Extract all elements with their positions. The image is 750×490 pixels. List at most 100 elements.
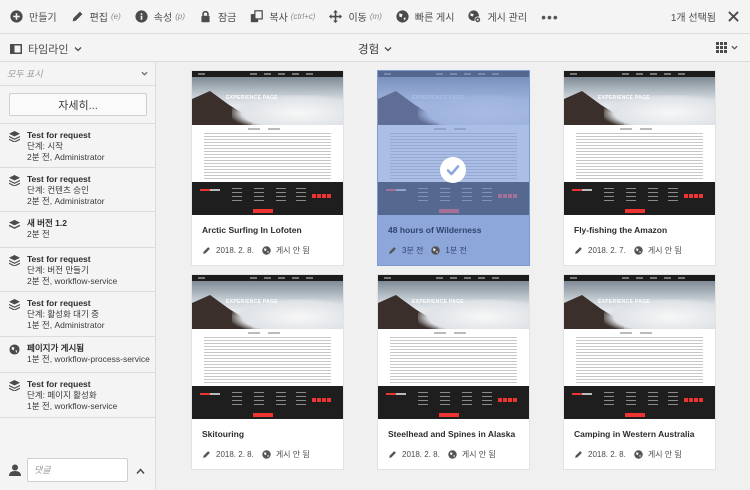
page-card[interactable]: EXPERIENCE PAGE Skitouring 2018. 2. 8. 게시 안… [192, 275, 343, 469]
close-selection-button[interactable] [722, 0, 744, 34]
workflow-icon [9, 380, 20, 391]
card-modified: 2018. 2. 8. [402, 450, 440, 459]
card-title: Skitouring [202, 429, 245, 439]
chevron-up-icon[interactable] [136, 467, 145, 476]
page-card[interactable]: EXPERIENCE PAGE Fly-fishing the Amazon 201… [564, 71, 715, 265]
timeline-entry[interactable]: 새 버전 1.2 2분 전 [0, 211, 156, 247]
card-modified: 2018. 2. 8. [216, 450, 254, 459]
copy-button[interactable]: 복사 (ctrl+c) [243, 0, 322, 34]
card-meta: 2018. 2. 7. 게시 안 됨 [574, 245, 682, 256]
pencil-icon [575, 247, 582, 254]
timeline-entry[interactable]: Test for request 단계: 페이지 활성화 1분 전, workf… [0, 372, 156, 418]
selection-overlay [378, 71, 529, 215]
workflow-icon [9, 255, 20, 266]
card-meta: 2018. 2. 8. 게시 안 됨 [202, 449, 310, 460]
sub-header: 타임라인 경험 [0, 34, 750, 62]
lock-icon [201, 10, 210, 23]
layers-icon [9, 219, 20, 229]
timeline-entry-meta: 1분 전, workflow-service [27, 401, 118, 411]
card-meta: 2018. 2. 8. 게시 안 됨 [574, 449, 682, 460]
view-switcher-button[interactable] [716, 42, 738, 53]
chevron-down-icon [731, 45, 738, 50]
page-card[interactable]: EXPERIENCE PAGE Steelhead and Spines in A… [378, 275, 529, 469]
card-publish-status: 게시 안 됨 [647, 450, 682, 459]
card-title: Fly-fishing the Amazon [574, 225, 668, 235]
page-card[interactable]: EXPERIENCE PAGE Arctic Surfing In Lofoten… [192, 71, 343, 265]
card-title: Arctic Surfing In Lofoten [202, 225, 302, 235]
timeline-entry-meta: 2분 전, Administrator [27, 152, 105, 162]
timeline-entry[interactable]: Test for request 단계: 활성화 대기 중 1분 전, Admi… [0, 291, 156, 336]
manage-publication-label: 게시 관리 [487, 13, 528, 24]
thumbnail-breadcrumb [248, 332, 288, 334]
move-icon [329, 10, 343, 23]
close-icon [727, 11, 739, 22]
lock-button[interactable]: 잠금 [192, 0, 243, 34]
timeline-rail: 모두 표시 자세히... Test for request 단계: 시작 2분 … [0, 62, 156, 490]
page-thumbnail: EXPERIENCE PAGE [192, 71, 343, 215]
selection-count: 1개 선택됨 [670, 13, 716, 24]
properties-shortcut: (p) [175, 12, 185, 21]
thumbnail-hero-image: EXPERIENCE PAGE [378, 281, 529, 329]
pencil-icon [72, 11, 82, 22]
thumbnail-hero-title: EXPERIENCE PAGE [226, 299, 278, 305]
card-meta: 2018. 2. 8. 게시 안 됨 [202, 245, 310, 256]
card-publish-status: 게시 안 됨 [275, 450, 310, 459]
comment-input[interactable] [27, 458, 128, 482]
thumbnail-breadcrumb [248, 128, 288, 130]
action-bar: 만들기 편집 (e) 속성 (p) 잠금 복사 (ctrl+c) 이동 (m) 빠른 게… [0, 0, 750, 34]
timeline-entry-meta: 2분 전 [27, 229, 50, 239]
selected-check-icon[interactable] [440, 157, 466, 183]
rail-panel-icon [10, 44, 22, 54]
timeline-entry[interactable]: Test for request 단계: 컨텐츠 승인 2분 전, Admini… [0, 167, 156, 211]
quick-publish-label: 빠른 게시 [414, 13, 455, 24]
card-publish-status: 1분 전 [445, 246, 467, 255]
chevron-down-icon [141, 71, 148, 76]
thumbnail-breadcrumb [434, 332, 474, 334]
card-modified: 2018. 2. 8. [216, 246, 254, 255]
globe-icon [9, 344, 20, 355]
manage-publication-button[interactable]: 게시 관리 [461, 0, 534, 34]
thumbnail-body-text [204, 133, 331, 179]
page-card[interactable]: EXPERIENCE PAGE 48 hours of Wilderness 3분 … [378, 71, 529, 265]
create-label: 만들기 [29, 13, 57, 24]
timeline-entry[interactable]: Test for request 단계: 시작 2분 전, Administra… [0, 123, 156, 167]
globe-icon [634, 450, 643, 459]
thumbnail-hero-title: EXPERIENCE PAGE [598, 299, 650, 305]
user-icon [9, 464, 21, 476]
edit-button[interactable]: 편집 (e) [64, 0, 128, 34]
thumbnail-hero-image: EXPERIENCE PAGE [192, 281, 343, 329]
timeline-entry-title: Test for request [27, 379, 91, 389]
globe-icon [431, 246, 441, 255]
show-more-button[interactable]: 자세히... [9, 93, 147, 116]
more-actions-button[interactable]: ••• [534, 0, 566, 34]
timeline-entry-detail: 단계: 컨텐츠 승인 [27, 185, 89, 195]
info-icon [135, 10, 148, 23]
quick-publish-button[interactable]: 빠른 게시 [389, 0, 462, 34]
page-title[interactable]: 경험 [358, 41, 392, 57]
timeline-entry[interactable]: Test for request 단계: 버전 만들기 2분 전, workfl… [0, 247, 156, 291]
thumbnail-body-text [390, 337, 517, 383]
edit-shortcut: (e) [111, 12, 121, 21]
thumbnail-hero-title: EXPERIENCE PAGE [226, 95, 278, 101]
pencil-icon [203, 247, 210, 254]
card-publish-status: 게시 안 됨 [461, 450, 496, 459]
timeline-filter-select[interactable]: 모두 표시 [0, 62, 156, 86]
properties-button[interactable]: 속성 (p) [128, 0, 192, 34]
page-card[interactable]: EXPERIENCE PAGE Camping in Western Austra… [564, 275, 715, 469]
thumbnail-breadcrumb [620, 128, 660, 130]
timeline-entry[interactable]: 페이지가 게시됨 1분 전, workflow-process-service [0, 336, 156, 372]
page-thumbnail: EXPERIENCE PAGE [564, 71, 715, 215]
card-modified: 2018. 2. 8. [588, 450, 626, 459]
create-button[interactable]: 만들기 [0, 0, 64, 34]
rail-toggle-button[interactable]: 타임라인 [10, 41, 82, 57]
move-button[interactable]: 이동 (m) [322, 0, 388, 34]
page-thumbnail: EXPERIENCE PAGE [564, 275, 715, 419]
card-meta: 2018. 2. 8. 게시 안 됨 [388, 449, 496, 460]
timeline-entry-detail: 단계: 페이지 활성화 [27, 390, 97, 400]
card-title: 48 hours of Wilderness [388, 225, 482, 235]
pencil-icon [389, 247, 396, 254]
globe-icon [396, 10, 409, 23]
thumbnail-footer [564, 182, 715, 215]
timeline-entry-meta: 2분 전, workflow-service [27, 276, 118, 286]
timeline-filter-value: 모두 표시 [7, 69, 43, 79]
